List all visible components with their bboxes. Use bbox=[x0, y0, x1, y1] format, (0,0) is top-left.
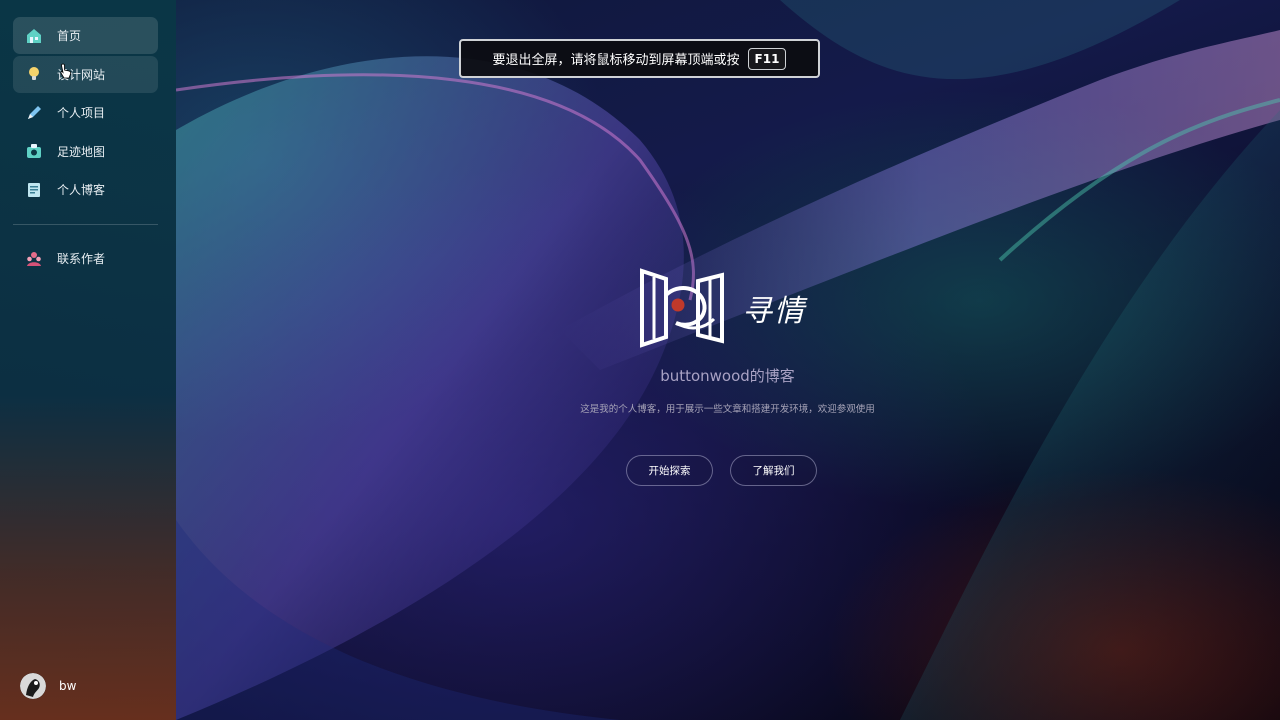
hand-cursor-icon bbox=[60, 63, 72, 83]
sidebar: 首页 设计网站 个人项目 足迹地图 个人博客 联系作者 bw bbox=[0, 0, 176, 720]
sidebar-item-label: 联系作者 bbox=[57, 252, 106, 266]
background-waves bbox=[175, 0, 1280, 720]
sidebar-item-contact-author[interactable]: 联系作者 bbox=[13, 240, 158, 277]
user-name: bw bbox=[59, 679, 77, 693]
background-art bbox=[0, 0, 1280, 720]
sidebar-item-label: 个人博客 bbox=[57, 183, 106, 197]
sidebar-item-design-sites[interactable]: 设计网站 bbox=[13, 55, 158, 93]
sidebar-item-blog[interactable]: 个人博客 bbox=[13, 171, 158, 208]
sidebar-item-label: 个人项目 bbox=[57, 106, 106, 120]
site-subtitle: buttonwood的博客 bbox=[660, 367, 795, 385]
notebook-icon bbox=[24, 180, 44, 200]
about-us-button[interactable]: 了解我们 bbox=[730, 455, 817, 486]
avatar[interactable] bbox=[20, 673, 46, 699]
sidebar-item-home[interactable]: 首页 bbox=[13, 17, 158, 54]
fullscreen-exit-notice: 要退出全屏，请将鼠标移动到屏幕顶端或按 F11 bbox=[459, 39, 820, 78]
camera-bag-icon bbox=[24, 141, 44, 161]
page: 首页 设计网站 个人项目 足迹地图 个人博客 联系作者 bw 要退出全屏，请将鼠… bbox=[0, 0, 1280, 720]
brand-name: 寻情 bbox=[742, 294, 806, 329]
sidebar-contact-section: 联系作者 bbox=[13, 240, 158, 279]
people-icon bbox=[24, 249, 44, 269]
start-explore-button[interactable]: 开始探索 bbox=[626, 455, 713, 486]
sidebar-divider bbox=[13, 224, 158, 225]
avatar-image bbox=[20, 673, 46, 699]
sidebar-item-label: 首页 bbox=[57, 29, 82, 43]
pen-icon bbox=[24, 103, 44, 123]
brand-logo-icon bbox=[638, 265, 726, 353]
sidebar-item-projects[interactable]: 个人项目 bbox=[13, 94, 158, 131]
site-description: 这是我的个人博客，用于展示一些文章和搭建开发环境，欢迎参观使用 bbox=[580, 404, 875, 415]
sidebar-nav: 首页 设计网站 个人项目 足迹地图 个人博客 bbox=[13, 17, 158, 210]
sidebar-item-footprint-map[interactable]: 足迹地图 bbox=[13, 133, 158, 170]
f11-key-badge: F11 bbox=[747, 47, 787, 70]
sidebar-item-label: 足迹地图 bbox=[57, 144, 106, 159]
fullscreen-notice-text: 要退出全屏，请将鼠标移动到屏幕顶端或按 bbox=[492, 53, 740, 68]
lightbulb-icon bbox=[24, 64, 44, 84]
user-profile[interactable]: bw bbox=[20, 673, 76, 699]
house-icon bbox=[24, 26, 44, 46]
